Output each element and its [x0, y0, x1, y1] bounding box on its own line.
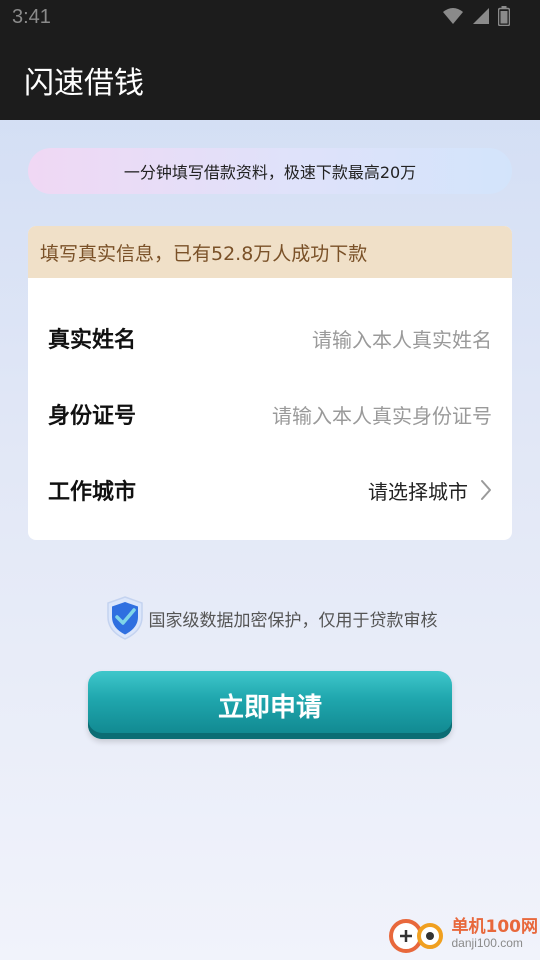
shield-check-icon — [106, 596, 143, 640]
form-card: 填写真实信息，已有52.8万人成功下款 真实姓名 请输入本人真实姓名 身份证号 … — [28, 226, 512, 540]
page-title: 闪速借钱 — [24, 66, 144, 101]
id-number-input[interactable]: 请输入本人真实身份证号 — [272, 400, 492, 429]
work-city-value: 请选择城市 — [368, 479, 468, 504]
name-input[interactable]: 请输入本人真实姓名 — [312, 324, 492, 353]
watermark: 单机100网 danji100.com — [388, 912, 539, 956]
status-icons — [442, 6, 510, 26]
apply-now-button[interactable]: 立即申请 — [88, 671, 452, 739]
work-city-select[interactable]: 请选择城市 — [368, 476, 492, 505]
status-bar: 3:41 — [0, 0, 540, 36]
id-number-label: 身份证号 — [48, 404, 137, 429]
app-bar: 闪速借钱 — [0, 36, 540, 120]
promo-banner-text: 一分钟填写借款资料，极速下款最高20万 — [123, 163, 417, 182]
id-number-row[interactable]: 身份证号 请输入本人真实身份证号 — [28, 384, 512, 444]
watermark-logo-icon — [388, 919, 443, 953]
chevron-right-icon — [481, 480, 491, 500]
watermark-url: danji100.com — [451, 935, 523, 950]
name-row[interactable]: 真实姓名 请输入本人真实姓名 — [28, 308, 512, 368]
battery-icon — [498, 6, 510, 26]
form-card-header-text: 填写真实信息，已有52.8万人成功下款 — [40, 242, 368, 265]
wifi-icon — [443, 8, 463, 24]
work-city-label: 工作城市 — [48, 480, 137, 505]
security-notice-text: 国家级数据加密保护，仅用于贷款审核 — [148, 610, 438, 631]
signal-icon — [473, 8, 489, 24]
watermark-brand: 单机100网 — [451, 917, 539, 938]
promo-banner: 一分钟填写借款资料，极速下款最高20万 — [28, 148, 512, 194]
watermark-text: 单机100网 danji100.com — [452, 918, 539, 950]
work-city-row[interactable]: 工作城市 请选择城市 — [28, 460, 512, 520]
security-notice: 国家级数据加密保护，仅用于贷款审核 — [0, 594, 540, 642]
name-label: 真实姓名 — [48, 328, 137, 353]
status-time: 3:41 — [12, 6, 51, 28]
form-card-header: 填写真实信息，已有52.8万人成功下款 — [28, 226, 512, 278]
